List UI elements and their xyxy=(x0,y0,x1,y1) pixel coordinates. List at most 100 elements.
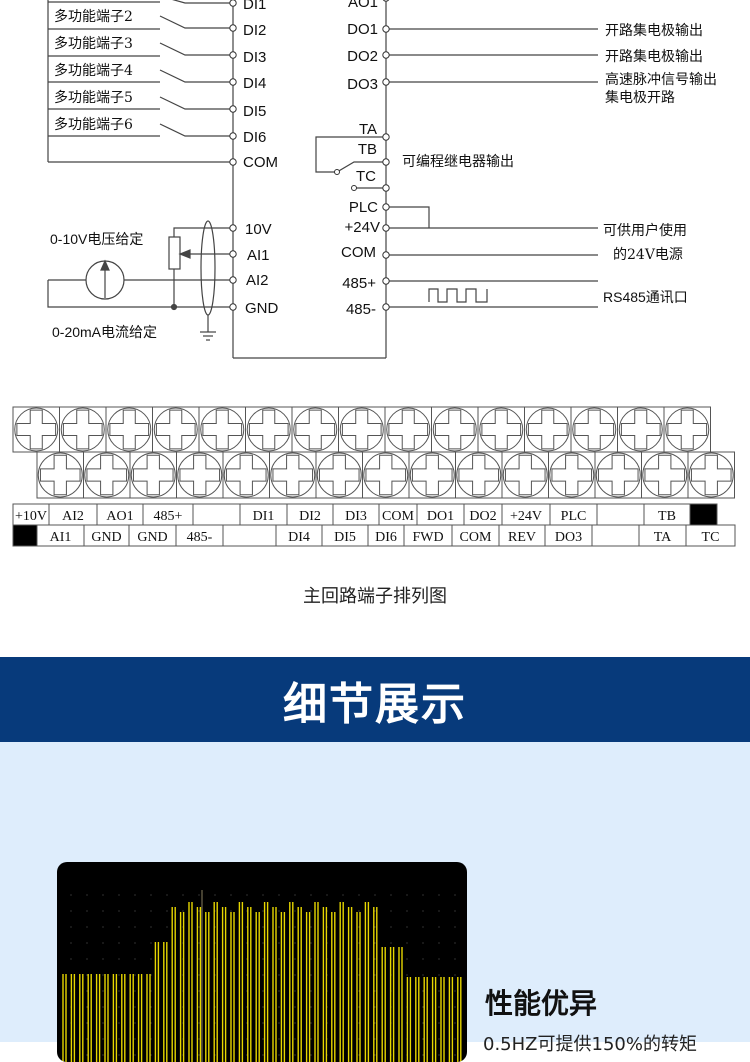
screw-terminal xyxy=(431,406,479,453)
terminal-label: COM xyxy=(382,509,414,524)
relay-note: 可编程继电器输出 xyxy=(402,154,514,170)
terminal-dot xyxy=(382,224,390,232)
terminal-com-left: COM xyxy=(243,154,278,171)
screw-terminal xyxy=(384,406,432,453)
terminal-dot xyxy=(382,25,390,33)
terminal-label: DI2 xyxy=(299,509,321,524)
terminal-label: GND xyxy=(137,530,167,545)
terminal-label-cell: DI6 xyxy=(367,524,405,547)
terminal-label-cell: DO1 xyxy=(416,503,465,526)
terminal-dot xyxy=(382,203,390,211)
terminal-label-cell: PLC xyxy=(549,503,598,526)
terminal-label: AO1 xyxy=(106,509,133,524)
terminal-do1: DO1 xyxy=(347,21,378,38)
terminal-dot xyxy=(229,105,237,113)
terminal-dot xyxy=(229,158,237,166)
terminal-label-cell xyxy=(12,524,38,547)
terminal-label: 485+ xyxy=(154,509,183,524)
section-banner: 细节展示 xyxy=(0,657,750,742)
section-title: 细节展示 xyxy=(283,678,467,730)
input-label: 多功能端子2 xyxy=(54,8,133,25)
terminal-tb: TB xyxy=(358,141,377,158)
terminal-dot xyxy=(382,51,390,59)
oscilloscope-image xyxy=(57,862,467,1062)
terminal-label: DI3 xyxy=(345,509,367,524)
terminal-di2: DI2 xyxy=(243,22,266,39)
input-label: 多功能端子3 xyxy=(54,35,133,52)
terminal-dot xyxy=(229,224,237,232)
waveform-image xyxy=(62,890,462,1062)
terminal-label-cell: COM xyxy=(451,524,500,547)
screw-terminal xyxy=(501,451,549,499)
screw-terminal xyxy=(338,406,386,453)
terminal-dot xyxy=(382,133,390,141)
terminal-label-cell: REV xyxy=(498,524,546,547)
terminal-label-cell: TA xyxy=(638,524,687,547)
terminal-label: AI2 xyxy=(62,509,84,524)
terminal-dot xyxy=(229,132,237,140)
terminal-ao1: AO1 xyxy=(348,0,378,11)
terminal-di4: DI4 xyxy=(243,75,266,92)
terminal-label-cell: 485- xyxy=(175,524,224,547)
do3-note-line2: 集电极开路 xyxy=(605,89,675,106)
waveform-trace xyxy=(62,902,462,1062)
terminal-label: DO3 xyxy=(555,530,582,545)
terminal-label: REV xyxy=(508,530,536,545)
terminal-label: FWD xyxy=(412,530,443,545)
terminal-label-cell: DO3 xyxy=(544,524,593,547)
terminal-label-cell xyxy=(591,524,640,547)
terminal-label-cell: DI2 xyxy=(286,503,334,526)
do3-note-line1: 高速脉冲信号输出 xyxy=(605,71,717,88)
terminal-dot xyxy=(382,158,390,166)
terminal-label: +24V xyxy=(510,509,542,524)
terminal-label: 485- xyxy=(187,530,213,545)
terminal-label: GND xyxy=(91,530,121,545)
terminal-label: DI4 xyxy=(288,530,310,545)
terminal-label-cell: COM xyxy=(378,503,418,526)
screw-terminal xyxy=(198,406,246,453)
screw-terminal xyxy=(83,451,131,499)
screw-terminal xyxy=(663,406,711,453)
terminal-label-cell: DO2 xyxy=(463,503,503,526)
do2-note: 开路集电极输出 xyxy=(605,48,703,65)
terminal-dot xyxy=(382,78,390,86)
terminal-com-right: COM xyxy=(341,244,376,261)
terminal-label: DO1 xyxy=(427,509,454,524)
terminal-label-cell: DI1 xyxy=(239,503,288,526)
terminal-label-cell: GND xyxy=(83,524,130,547)
screw-terminal xyxy=(222,451,270,499)
terminal-label-cell: DI5 xyxy=(321,524,369,547)
screw-terminal xyxy=(129,451,177,499)
screw-terminal xyxy=(12,406,60,453)
terminal-label-cell: AI1 xyxy=(36,524,85,547)
terminal-label: DI5 xyxy=(334,530,356,545)
rs485-note: RS485通讯口 xyxy=(603,289,688,305)
terminal-gnd: GND xyxy=(245,300,279,317)
terminal-dot xyxy=(229,78,237,86)
terminal-label-cell xyxy=(192,503,241,526)
terminal-label-cell: AI2 xyxy=(48,503,98,526)
terminal-label-cell: +24V xyxy=(501,503,551,526)
terminal-tc: TC xyxy=(356,168,376,185)
screw-terminal xyxy=(617,406,665,453)
terminal-dot xyxy=(229,0,237,7)
terminal-ai1: AI1 xyxy=(247,247,270,264)
screw-terminal xyxy=(570,406,618,453)
terminal-label-cell: AO1 xyxy=(96,503,144,526)
terminal-di1: DI1 xyxy=(243,0,266,13)
terminal-24v: +24V xyxy=(345,219,380,236)
input-label: 多功能端子4 xyxy=(54,62,133,79)
screw-terminal xyxy=(524,406,572,453)
terminal-di5: DI5 xyxy=(243,103,266,120)
terminal-dot xyxy=(229,24,237,32)
terminal-di3: DI3 xyxy=(243,49,266,66)
terminal-485-plus: 485+ xyxy=(342,275,376,292)
screw-terminal xyxy=(36,451,84,499)
terminal-label: COM xyxy=(460,530,492,545)
screw-terminal xyxy=(687,451,735,499)
screw-terminal xyxy=(477,406,525,453)
diagram-caption: 主回路端子排列图 xyxy=(303,586,447,607)
terminal-10v: 10V xyxy=(245,221,272,238)
terminal-label-cell: FWD xyxy=(403,524,453,547)
screw-terminal xyxy=(152,406,200,453)
